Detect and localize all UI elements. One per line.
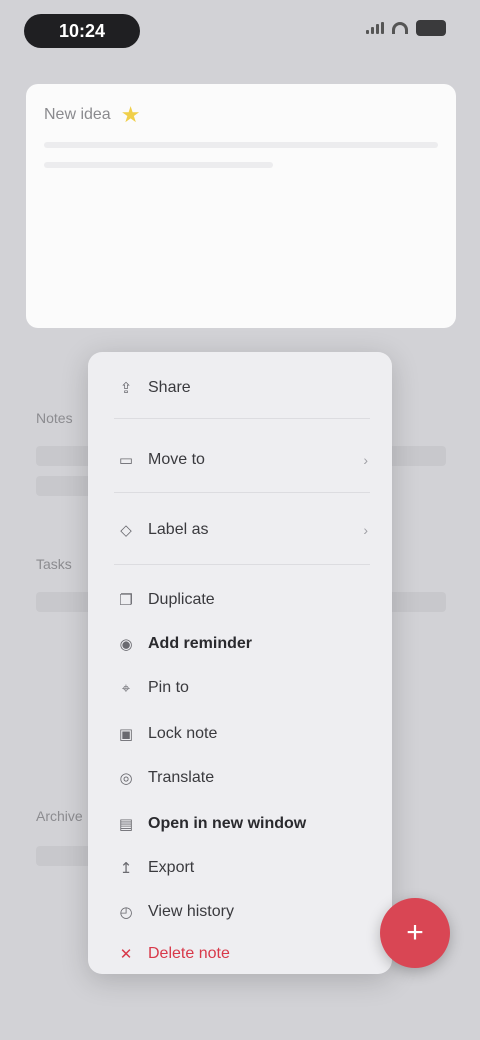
history-icon: ◴: [119, 904, 133, 921]
menu-item-label: Share: [148, 379, 191, 396]
menu-item-translate[interactable]: ◎ Translate: [88, 758, 392, 798]
status-icons: [366, 20, 446, 36]
menu-item-label: Translate: [148, 769, 215, 786]
menu-divider: [114, 492, 370, 493]
globe-icon: ◎: [119, 770, 133, 787]
copy-icon: ❐: [119, 592, 133, 609]
battery-icon: [416, 20, 446, 36]
signal-icon: [366, 22, 384, 34]
menu-item-label: Label as: [148, 521, 209, 538]
trash-icon: ✕: [119, 946, 133, 963]
menu-item-label: Lock note: [148, 725, 218, 742]
pin-icon: ⌖: [121, 679, 131, 697]
menu-item-add-reminder[interactable]: ◉ Add reminder: [88, 624, 392, 664]
menu-item-pin-to[interactable]: ⌖ Pin to: [88, 668, 392, 708]
note-card[interactable]: New idea ★: [26, 84, 456, 328]
menu-item-duplicate[interactable]: ❐ Duplicate: [88, 580, 392, 620]
menu-item-label: Pin to: [148, 679, 189, 696]
status-bar: 10:24: [0, 0, 480, 64]
menu-item-label: Duplicate: [148, 591, 215, 608]
bell-icon: ◉: [119, 636, 133, 653]
folder-icon: ▭: [118, 452, 134, 469]
bg-section-label: Notes: [36, 410, 73, 426]
share-icon: ⇪: [119, 380, 133, 397]
menu-item-open-new-window[interactable]: ▤ Open in new window: [88, 804, 392, 844]
window-icon: ▤: [118, 816, 134, 833]
note-body-line: [44, 162, 273, 168]
menu-item-move-to[interactable]: ▭ Move to ›: [88, 440, 392, 480]
menu-item-share[interactable]: ⇪ Share: [88, 368, 392, 408]
menu-item-delete-note[interactable]: ✕ Delete note: [88, 934, 392, 974]
bg-section-label: Archive: [36, 808, 83, 824]
menu-item-view-history[interactable]: ◴ View history: [88, 892, 392, 932]
menu-item-label: Move to: [148, 451, 205, 468]
note-title-row: New idea ★: [44, 102, 438, 128]
star-icon[interactable]: ★: [121, 104, 141, 126]
menu-item-lock-note[interactable]: ▣ Lock note: [88, 714, 392, 754]
menu-item-label: Open in new window: [148, 815, 307, 832]
menu-item-label: Add reminder: [148, 635, 253, 652]
status-time: 10:24: [24, 14, 140, 48]
note-body-line: [44, 142, 438, 148]
menu-divider: [114, 564, 370, 565]
context-menu: ⇪ Share ▭ Move to › ◇ Label as › ❐ Dupli…: [88, 352, 392, 974]
wifi-icon: [392, 22, 408, 34]
menu-divider: [114, 418, 370, 419]
menu-item-export[interactable]: ↥ Export: [88, 848, 392, 888]
bg-section-label: Tasks: [36, 556, 72, 572]
note-title[interactable]: New idea: [44, 106, 111, 124]
export-icon: ↥: [119, 860, 133, 877]
menu-item-label: Export: [148, 859, 195, 876]
chevron-right-icon: ›: [363, 522, 368, 538]
add-note-button[interactable]: +: [380, 898, 450, 968]
menu-item-label: Delete note: [148, 945, 230, 962]
lock-icon: ▣: [118, 726, 134, 743]
plus-icon: +: [406, 916, 424, 949]
menu-item-label: View history: [148, 903, 234, 920]
menu-item-label-as[interactable]: ◇ Label as ›: [88, 510, 392, 550]
tag-icon: ◇: [120, 522, 132, 539]
chevron-right-icon: ›: [363, 452, 368, 468]
